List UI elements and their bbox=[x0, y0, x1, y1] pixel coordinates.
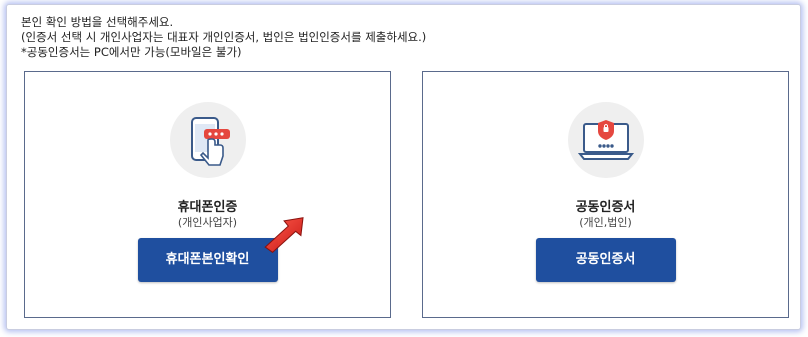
joint-certificate-card: 공동인증서 (개인,법인) 공동인증서 bbox=[422, 71, 789, 318]
cert-card-subtitle: (개인,법인) bbox=[579, 216, 632, 229]
pointer-arrow-icon bbox=[264, 217, 304, 254]
phone-card-subtitle: (개인사업자) bbox=[177, 216, 238, 229]
instruction-line-1: 본인 확인 방법을 선택해주세요. bbox=[21, 15, 174, 29]
instructions: 본인 확인 방법을 선택해주세요. (인증서 선택 시 개인사업자는 대표자 개… bbox=[21, 15, 426, 60]
phone-card-title: 휴대폰인증 bbox=[177, 200, 238, 215]
phone-verification-card: 휴대폰인증 (개인사업자) 휴대폰본인확인 bbox=[24, 71, 391, 318]
laptop-shield-icon bbox=[567, 102, 644, 178]
phone-tap-icon bbox=[169, 102, 246, 178]
instruction-line-2: (인증서 선택 시 개인사업자는 대표자 개인인증서, 법인은 법인인증서를 제… bbox=[21, 30, 427, 44]
instruction-line-3: *공동인증서는 PC에서만 가능(모바일은 불가) bbox=[21, 45, 242, 59]
selection-panel: 본인 확인 방법을 선택해주세요. (인증서 선택 시 개인사업자는 대표자 개… bbox=[6, 4, 801, 330]
joint-certificate-button[interactable]: 공동인증서 bbox=[535, 238, 676, 282]
cert-card-title: 공동인증서 bbox=[575, 200, 636, 215]
